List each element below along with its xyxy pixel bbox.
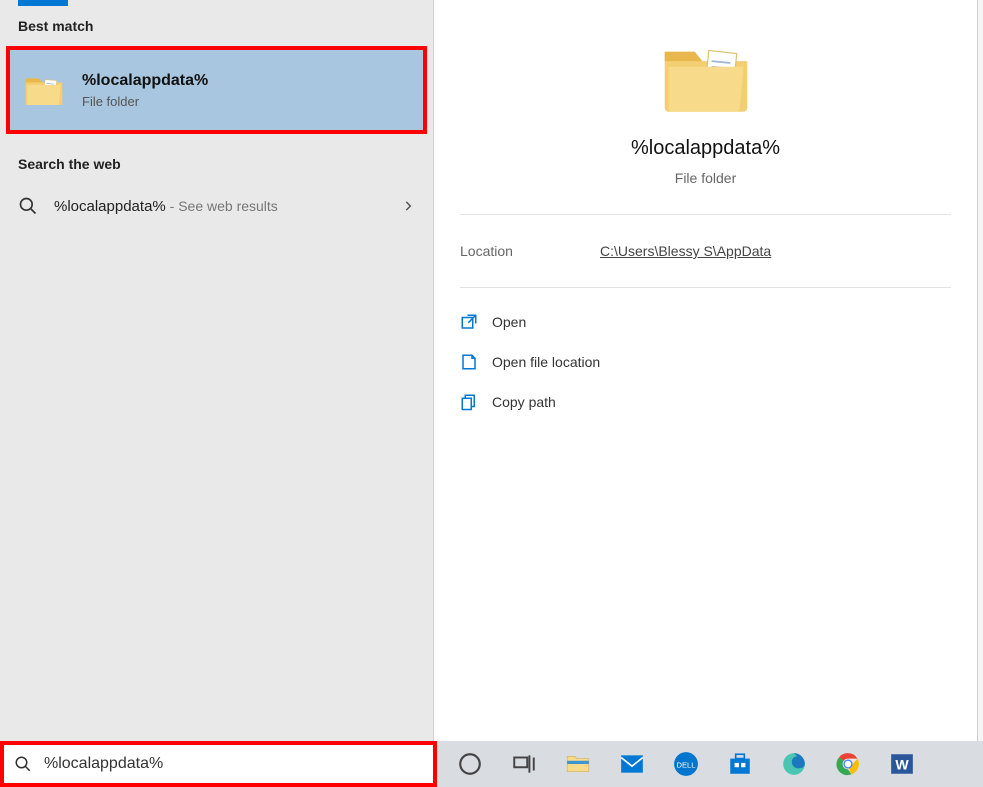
chrome-icon (835, 751, 861, 777)
detail-actions: Open Open file location Copy path (434, 288, 977, 436)
window-right-edge (977, 0, 983, 741)
cortana-icon (457, 751, 483, 777)
detail-panel: %localappdata% File folder Location C:\U… (434, 0, 977, 741)
web-search-result[interactable]: %localappdata% - See web results (0, 178, 433, 234)
search-web-header: Search the web (0, 134, 433, 178)
best-match-result[interactable]: %localappdata% File folder (6, 46, 427, 134)
taskbar-edge[interactable] (767, 741, 821, 787)
open-icon (460, 313, 478, 331)
taskbar-mail[interactable] (605, 741, 659, 787)
active-tab-indicator (18, 0, 68, 6)
best-match-header: Best match (0, 6, 433, 40)
search-results-panel: Best match %localappdata% File folder Se… (0, 0, 434, 741)
taskbar-cortana[interactable] (443, 741, 497, 787)
file-explorer-icon (565, 751, 591, 777)
copy-path-icon (460, 393, 478, 411)
store-icon (727, 751, 753, 777)
svg-text:DELL: DELL (677, 760, 696, 769)
action-copy-path-label: Copy path (492, 394, 556, 410)
detail-title: %localappdata% (434, 137, 977, 160)
location-label: Location (460, 243, 600, 259)
taskbar-task-view[interactable] (497, 741, 551, 787)
taskbar-file-explorer[interactable] (551, 741, 605, 787)
taskbar: DELL W (437, 741, 983, 787)
best-match-title: %localappdata% (82, 72, 208, 90)
mail-icon (619, 751, 645, 777)
web-result-text: %localappdata% - See web results (54, 198, 278, 215)
edge-icon (781, 751, 807, 777)
taskbar-chrome[interactable] (821, 741, 875, 787)
dell-icon: DELL (673, 751, 699, 777)
task-view-icon (511, 751, 537, 777)
open-location-icon (460, 353, 478, 371)
action-open-location-label: Open file location (492, 354, 600, 370)
chevron-right-icon (401, 199, 415, 213)
taskbar-word[interactable]: W (875, 741, 929, 787)
svg-text:W: W (895, 756, 909, 772)
action-open[interactable]: Open (460, 302, 951, 342)
detail-hero: %localappdata% File folder (434, 0, 977, 214)
search-icon (14, 755, 32, 773)
action-copy-path[interactable]: Copy path (460, 382, 951, 422)
word-icon: W (889, 751, 915, 777)
best-match-text: %localappdata% File folder (82, 72, 208, 109)
action-open-location[interactable]: Open file location (460, 342, 951, 382)
search-bar[interactable] (0, 741, 437, 787)
location-row: Location C:\Users\Blessy S\AppData (434, 215, 977, 287)
folder-icon (24, 73, 64, 107)
best-match-subtitle: File folder (82, 94, 208, 109)
location-value[interactable]: C:\Users\Blessy S\AppData (600, 243, 771, 259)
folder-large-icon (661, 40, 751, 116)
action-open-label: Open (492, 314, 526, 330)
taskbar-dell[interactable]: DELL (659, 741, 713, 787)
search-icon (18, 196, 38, 216)
taskbar-store[interactable] (713, 741, 767, 787)
detail-subtitle: File folder (434, 170, 977, 186)
search-input[interactable] (44, 755, 423, 773)
